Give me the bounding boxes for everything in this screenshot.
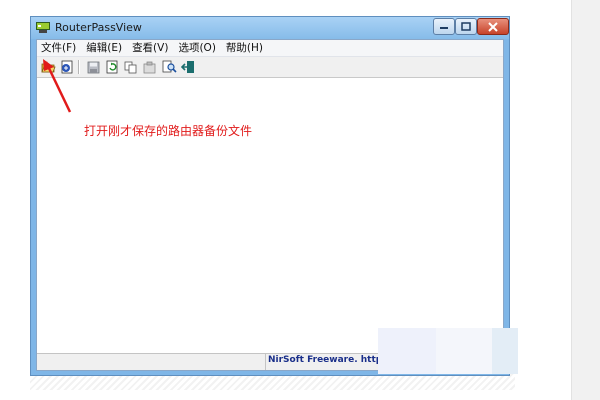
refresh-icon [106, 60, 117, 74]
copy-icon [124, 61, 137, 73]
menu-file[interactable]: 文件(F) [37, 40, 81, 56]
window-title: RouterPassView [55, 21, 142, 34]
minimize-button[interactable] [433, 18, 455, 35]
page-scrollbar[interactable] [571, 0, 600, 400]
window-shadow [30, 374, 515, 390]
copy-button[interactable] [123, 59, 139, 75]
properties-button[interactable] [142, 59, 158, 75]
maximize-button[interactable] [455, 18, 477, 35]
close-icon [488, 21, 498, 32]
save-icon [87, 61, 99, 73]
overlay-block [436, 328, 492, 374]
toolbar [37, 57, 503, 78]
overlay-block [492, 328, 518, 374]
annotation-arrow [43, 59, 72, 113]
client-area: 文件(F) 编辑(E) 查看(V) 选项(O) 帮助(H) NirSoft Fr… [36, 39, 504, 371]
menu-options[interactable]: 选项(O) [173, 40, 220, 56]
status-count-panel [37, 354, 266, 370]
password-list-view[interactable] [37, 78, 503, 356]
overlay-block [378, 328, 436, 374]
app-icon [36, 22, 50, 33]
annotation-label: 打开刚才保存的路由器备份文件 [84, 124, 253, 138]
menu-bar: 文件(F) 编辑(E) 查看(V) 选项(O) 帮助(H) [37, 40, 503, 57]
find-icon [162, 60, 177, 73]
menu-edit[interactable]: 编辑(E) [81, 40, 127, 56]
find-button[interactable] [161, 59, 177, 75]
maximize-icon [461, 22, 471, 31]
minimize-icon [440, 26, 448, 29]
properties-icon [143, 61, 156, 73]
refresh-button[interactable] [104, 59, 120, 75]
app-window: RouterPassView 文件(F) 编辑(E) 查看(V) 选项(O) 帮… [30, 16, 510, 376]
menu-help[interactable]: 帮助(H) [221, 40, 268, 56]
close-button[interactable] [477, 18, 509, 35]
exit-icon [181, 61, 194, 73]
exit-button[interactable] [180, 59, 196, 75]
menu-view[interactable]: 查看(V) [127, 40, 173, 56]
title-bar[interactable]: RouterPassView [31, 17, 509, 39]
save-button[interactable] [85, 59, 101, 75]
